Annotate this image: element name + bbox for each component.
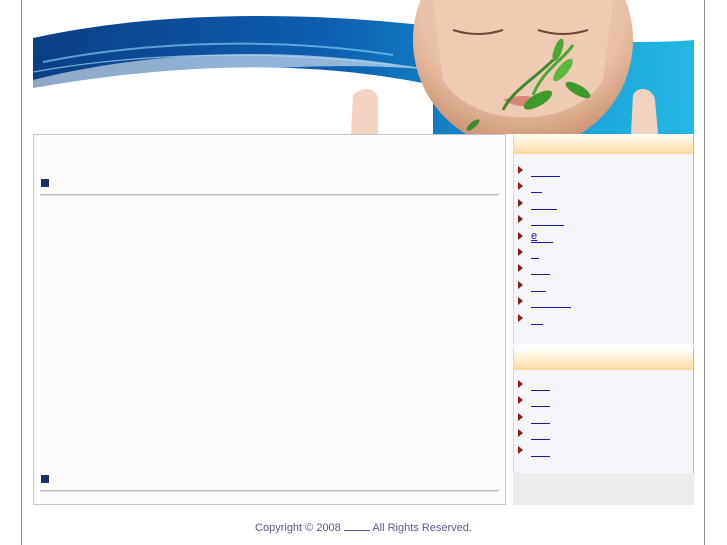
copyright-text: Copyright © 2008 — [255, 522, 341, 534]
sidebar-link-list-2 — [514, 377, 693, 459]
sidebar-link[interactable] — [531, 426, 550, 441]
list-item — [514, 278, 693, 294]
sidebar-link[interactable]: e — [531, 229, 553, 243]
square-bullet-icon — [41, 179, 49, 187]
square-bullet-icon — [41, 475, 49, 483]
list-item — [514, 196, 693, 212]
list-item — [514, 212, 693, 228]
list-item — [514, 179, 693, 195]
arrow-right-icon — [518, 166, 523, 174]
list-item — [514, 311, 693, 327]
arrow-right-icon — [518, 215, 523, 224]
banner-illustration — [33, 0, 694, 134]
list-item — [514, 163, 693, 179]
list-item — [514, 410, 693, 426]
list-item — [514, 426, 693, 442]
main-content-panel — [33, 134, 506, 505]
arrow-right-icon — [518, 280, 523, 289]
arrow-right-icon — [518, 396, 523, 405]
list-item — [514, 294, 693, 310]
page-footer: Copyright © 2008 All Rights Reserved. — [0, 520, 727, 534]
sidebar-link[interactable] — [531, 443, 550, 457]
arrow-right-icon — [518, 313, 523, 322]
sidebar-link[interactable] — [531, 393, 550, 408]
sidebar-link[interactable] — [531, 163, 560, 177]
arrow-right-icon — [518, 412, 523, 421]
sidebar-link[interactable] — [531, 245, 539, 259]
sidebar-link[interactable] — [531, 377, 550, 391]
arrow-right-icon — [518, 429, 523, 438]
sidebar-link[interactable] — [531, 294, 571, 309]
section-divider — [40, 194, 499, 196]
arrow-right-icon — [518, 182, 523, 191]
list-item: e — [514, 229, 693, 245]
list-item — [514, 393, 693, 409]
list-item — [514, 377, 693, 393]
list-item — [514, 443, 693, 459]
list-item — [514, 261, 693, 277]
arrow-right-icon — [518, 445, 523, 454]
sidebar-box-1-heading — [514, 134, 693, 154]
list-item — [514, 245, 693, 261]
site-name-link[interactable] — [343, 520, 370, 531]
rights-text: All Rights Reserved. — [372, 522, 472, 534]
sidebar-link-list-1: e — [514, 163, 693, 327]
sidebar-box-2 — [513, 344, 694, 473]
sidebar-link[interactable] — [531, 410, 550, 424]
sidebar-link[interactable] — [531, 196, 557, 210]
arrow-right-icon — [518, 380, 523, 388]
section-header-2 — [40, 475, 499, 492]
sidebar-box-2-heading — [514, 350, 693, 370]
arrow-right-icon — [518, 198, 523, 207]
arrow-right-icon — [518, 231, 523, 240]
arrow-right-icon — [518, 247, 523, 256]
section-header-1 — [40, 179, 499, 196]
sidebar-link[interactable] — [531, 311, 543, 325]
sidebar-box-1: e — [513, 134, 694, 344]
sidebar-footer-block — [513, 473, 694, 505]
sidebar-link[interactable] — [531, 278, 546, 292]
sidebar-link[interactable] — [531, 261, 550, 276]
sidebar-link[interactable] — [531, 212, 564, 227]
arrow-right-icon — [518, 264, 523, 273]
arrow-right-icon — [518, 297, 523, 306]
header-banner — [33, 0, 694, 134]
sidebar-link[interactable] — [531, 179, 542, 194]
section-divider — [40, 490, 499, 492]
